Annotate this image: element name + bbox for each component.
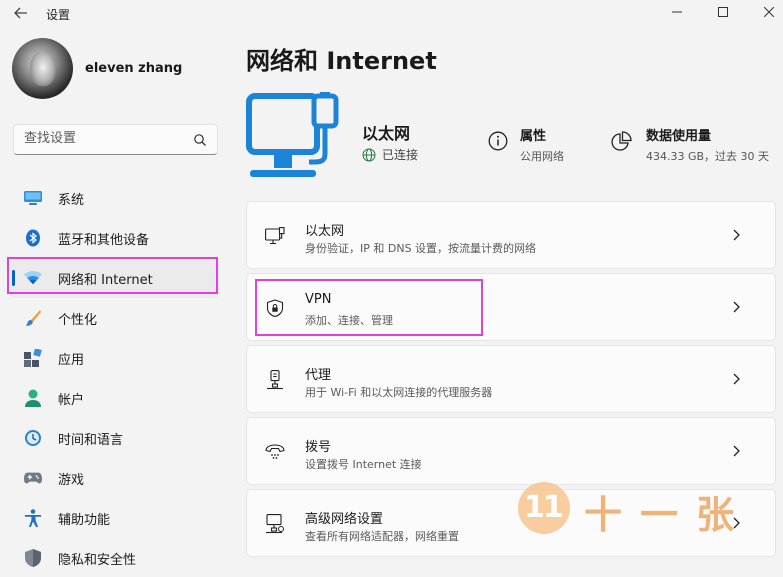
search-icon[interactable] [193,133,207,147]
network-status-hero: 以太网 已连接 属性 公用网络 数据使用量 434.33 GB，过去 30 天 [246,92,776,192]
back-button[interactable] [8,3,34,23]
chevron-right-icon [733,517,740,529]
user-profile[interactable]: eleven zhang [12,38,182,99]
close-button[interactable] [746,0,783,24]
sidebar-item-privacy[interactable]: 隐私和安全性 [10,538,220,577]
sidebar-item-time-language[interactable]: 时间和语言 [10,418,220,458]
card-title: 高级网络设置 [305,512,384,527]
sidebar-item-bluetooth[interactable]: 蓝牙和其他设备 [10,218,220,258]
advanced-network-icon [265,514,285,534]
time-language-icon [24,429,42,447]
maximize-button[interactable] [700,0,746,24]
data-usage-title: 数据使用量 [646,129,712,144]
proxy-icon [265,370,285,390]
minimize-button[interactable] [654,0,700,24]
highlight-box-sidebar [7,257,218,294]
ethernet-monitor-icon [246,92,339,177]
title-bar: 设置 [0,0,783,26]
data-usage-subtitle: 434.33 GB，过去 30 天 [646,150,770,163]
info-icon [488,131,508,151]
chevron-right-icon [733,445,740,457]
user-name: eleven zhang [85,61,183,76]
close-icon [764,7,774,17]
maximize-icon [718,7,728,17]
brush-icon [24,309,42,327]
sidebar-item-label: 辅助功能 [58,512,111,528]
properties-link[interactable]: 属性 公用网络 [488,125,564,164]
chevron-right-icon [733,301,740,313]
card-proxy[interactable]: 代理 用于 Wi-Fi 和以太网连接的代理服务器 [246,345,776,413]
sidebar-item-system[interactable]: 系统 [10,178,220,218]
ethernet-icon [265,226,285,246]
card-advanced-network[interactable]: 高级网络设置 查看所有网络适配器，网络重置 [246,489,776,557]
sidebar-item-label: 个性化 [58,312,98,328]
bluetooth-icon [24,229,42,247]
chevron-right-icon [733,229,740,241]
connection-status: 已连接 [362,146,418,163]
settings-cards: 以太网 身份验证，IP 和 DNS 设置，按流量计费的网络 VPN 添加、连接、… [246,201,776,561]
minimize-icon [672,11,682,13]
properties-subtitle: 公用网络 [520,150,564,163]
system-icon [24,189,42,207]
sidebar-item-label: 游戏 [58,472,85,488]
sidebar-item-accounts[interactable]: 帐户 [10,378,220,418]
accessibility-icon [24,509,42,527]
sidebar-nav: 系统 蓝牙和其他设备 网络和 Internet 个性化 应用 帐户 时间和语言 … [10,178,220,577]
apps-icon [24,349,42,367]
back-arrow-icon [14,7,27,19]
card-dialup[interactable]: 拨号 设置拨号 Internet 连接 [246,417,776,485]
pie-chart-icon [611,131,632,151]
card-subtitle: 用于 Wi-Fi 和以太网连接的代理服务器 [305,386,493,399]
connection-name: 以太网 [362,124,411,143]
sidebar-item-gaming[interactable]: 游戏 [10,458,220,498]
chevron-right-icon [733,373,740,385]
card-subtitle: 查看所有网络适配器，网络重置 [305,530,459,543]
globe-icon [362,148,376,161]
card-subtitle: 设置拨号 Internet 连接 [305,458,422,471]
app-title: 设置 [46,8,71,22]
card-subtitle: 身份验证，IP 和 DNS 设置，按流量计费的网络 [305,242,537,255]
highlight-box-vpn [255,279,483,336]
sidebar-item-apps[interactable]: 应用 [10,338,220,378]
properties-title: 属性 [520,129,547,144]
sidebar-item-personalization[interactable]: 个性化 [10,298,220,338]
account-icon [24,389,42,407]
avatar[interactable] [12,38,73,99]
card-ethernet[interactable]: 以太网 身份验证，IP 和 DNS 设置，按流量计费的网络 [246,201,776,269]
sidebar-item-label: 系统 [58,192,85,208]
sidebar-item-label: 蓝牙和其他设备 [58,232,150,248]
sidebar-item-label: 隐私和安全性 [58,552,137,568]
sidebar-item-label: 应用 [58,352,85,368]
data-usage-link[interactable]: 数据使用量 434.33 GB，过去 30 天 [610,125,769,164]
card-title: 拨号 [305,440,332,455]
search-box[interactable] [13,124,218,155]
search-input[interactable] [24,131,184,146]
connection-status-text: 已连接 [382,148,419,162]
shield-icon [24,549,42,567]
gaming-icon [24,469,42,487]
dialup-icon [265,442,285,462]
page-title: 网络和 Internet [246,47,437,75]
card-title: 以太网 [305,224,345,239]
sidebar-item-accessibility[interactable]: 辅助功能 [10,498,220,538]
card-title: 代理 [305,368,332,383]
sidebar-item-label: 时间和语言 [58,432,124,448]
sidebar-item-label: 帐户 [58,392,85,408]
